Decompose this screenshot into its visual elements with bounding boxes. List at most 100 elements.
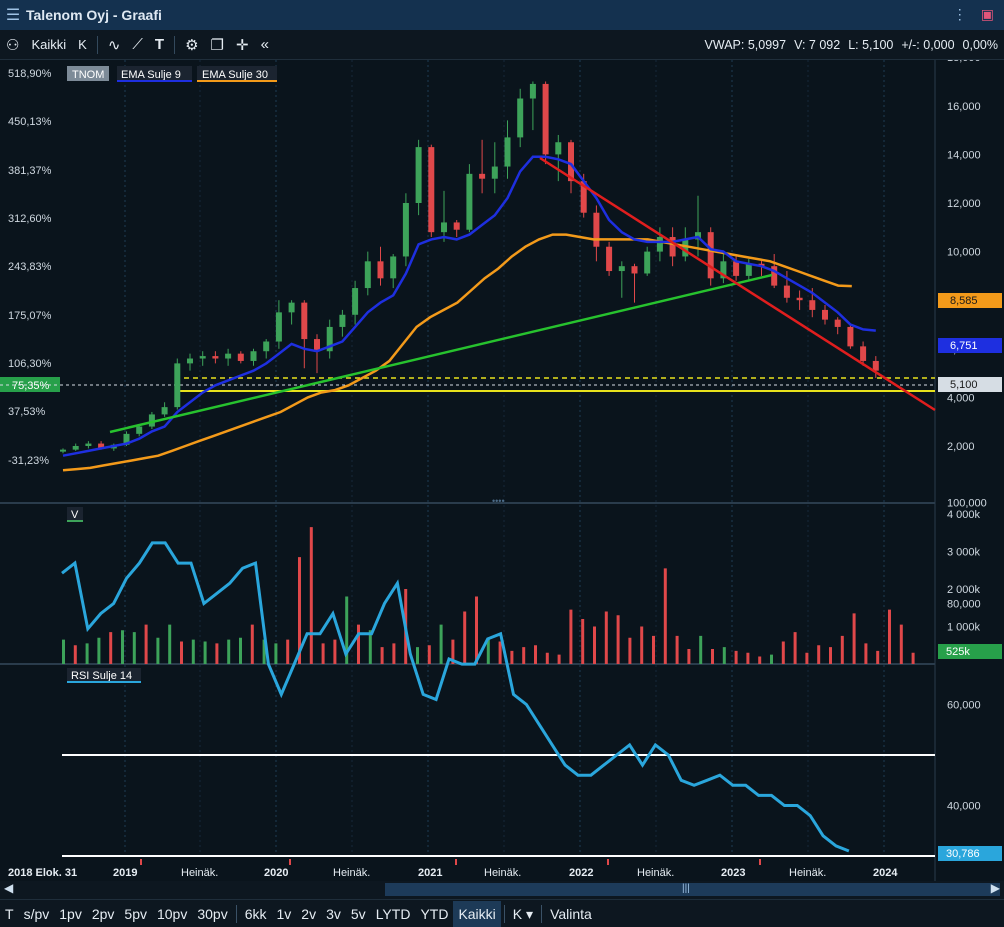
volume-last-tag: 525k <box>946 646 970 658</box>
ema9-value-tag: 6,751 <box>950 340 978 352</box>
percent-tick: -31,23% <box>8 455 49 467</box>
volume-bar <box>321 643 325 664</box>
volume-bar <box>85 643 89 664</box>
ema9-tag[interactable]: EMA Sulje 9 <box>121 69 181 81</box>
volume-bar <box>309 527 313 664</box>
last-price-tag: 5,100 <box>950 379 978 391</box>
time-tick: 2023 <box>721 867 745 879</box>
candle-body <box>364 261 371 289</box>
period-button-30pv[interactable]: 30pv <box>192 901 232 927</box>
volume-bar <box>805 652 809 664</box>
volume-bar <box>203 641 207 664</box>
volume-bar <box>73 645 77 664</box>
scrollbar-thumb[interactable] <box>385 883 1000 896</box>
bar-divider <box>235 904 237 923</box>
ema30-tag[interactable]: EMA Sulje 30 <box>202 69 268 81</box>
candle-body <box>441 222 447 233</box>
volume-tag[interactable]: V <box>71 509 79 521</box>
indicator-icon[interactable]: ∿ <box>102 36 127 54</box>
period-button-kaikki[interactable]: Kaikki <box>453 900 501 927</box>
period-button-2v[interactable]: 2v <box>296 901 321 927</box>
more-options-icon[interactable]: ⋮ <box>953 6 967 23</box>
period-button-10pv[interactable]: 10pv <box>152 901 192 927</box>
candle-body <box>542 83 549 155</box>
rsi-tick: 100,000 <box>947 498 987 510</box>
volume-bar <box>829 647 832 664</box>
collapse-toolbar-button[interactable]: « <box>255 36 275 53</box>
candle-interval-button[interactable]: K <box>72 37 93 52</box>
price-tick: 2,000 <box>947 441 975 453</box>
candle-body <box>834 319 841 327</box>
scroll-left-icon[interactable]: ◀ <box>4 881 13 895</box>
candle-body <box>402 203 409 257</box>
pane-resize-grip[interactable]: •••• <box>492 496 505 506</box>
period-button-2pv[interactable]: 2pv <box>87 901 120 927</box>
volume-bar <box>215 643 219 664</box>
layout-icon[interactable]: ❐ <box>205 36 230 54</box>
settings-gear-icon[interactable]: ⚙ <box>179 36 204 54</box>
candle-body <box>796 297 803 301</box>
candle-body <box>707 232 714 279</box>
change-pct-value: 0,00% <box>962 38 998 52</box>
period-button-1v[interactable]: 1v <box>272 901 297 927</box>
window-title: Talenom Oyj - Graafi <box>26 7 162 23</box>
candle-body <box>161 407 168 415</box>
trendline-icon[interactable]: ⟋ <box>126 36 149 53</box>
percent-tick: 381,37% <box>8 165 52 177</box>
period-button-valinta[interactable]: Valinta <box>545 901 597 927</box>
event-marker[interactable] <box>607 859 609 865</box>
period-button-t[interactable]: T <box>0 901 19 927</box>
rsi-tick: 60,000 <box>947 700 981 712</box>
volume-bar <box>534 645 537 664</box>
period-button-lytd[interactable]: LYTD <box>371 901 416 927</box>
volume-bar <box>711 649 714 664</box>
percent-tick: 312,60% <box>8 213 52 225</box>
chart-canvas[interactable]: •••• 518,90% 450,13% 381,37% 312,60% 243,83%… <box>0 60 1004 881</box>
chart-background <box>0 60 1004 881</box>
candle-body <box>466 173 473 230</box>
volume-bar <box>475 596 478 664</box>
candle-body <box>237 353 244 361</box>
candle-body <box>60 449 66 452</box>
event-marker[interactable] <box>455 859 457 865</box>
volume-bar <box>191 639 195 664</box>
crosshair-icon[interactable]: ✛ <box>230 36 255 54</box>
period-button-spv[interactable]: s/pv <box>19 901 55 927</box>
period-button-5pv[interactable]: 5pv <box>119 901 152 927</box>
volume-bar <box>817 645 821 664</box>
period-button-1pv[interactable]: 1pv <box>54 901 87 927</box>
bar-divider <box>503 904 505 923</box>
volume-bar <box>687 649 691 664</box>
volume-bar <box>239 637 242 664</box>
period-button-5v[interactable]: 5v <box>346 901 371 927</box>
period-button-6kk[interactable]: 6kk <box>240 901 272 927</box>
price-tick: 4,000 <box>947 392 975 404</box>
percent-tick: 518,90% <box>8 68 52 80</box>
candle-body <box>212 356 219 359</box>
event-marker[interactable] <box>759 859 761 865</box>
horizontal-scrollbar[interactable]: ◀ ||| ▶ <box>0 881 1004 898</box>
rsi-tag[interactable]: RSI Sulje 14 <box>71 670 132 682</box>
event-marker[interactable] <box>289 859 291 865</box>
candle-body <box>822 309 828 320</box>
period-button-3v[interactable]: 3v <box>321 901 346 927</box>
text-tool-button[interactable]: T <box>149 36 170 53</box>
chart-type-icon[interactable]: ⚇ <box>0 36 25 54</box>
volume-bar <box>593 626 596 664</box>
candle-body <box>415 147 422 203</box>
volume-tick: 4 000k <box>947 509 981 521</box>
event-marker[interactable] <box>140 859 142 865</box>
price-tick: 14,000 <box>947 149 981 161</box>
app-logo-icon: ▣ <box>980 6 994 22</box>
period-all-button[interactable]: Kaikki <box>25 37 72 52</box>
scroll-right-icon[interactable]: ▶ <box>991 881 1000 895</box>
candle-body <box>529 83 536 99</box>
ticker-tag[interactable]: TNOM <box>72 69 104 81</box>
period-button-ytd[interactable]: YTD <box>415 901 453 927</box>
candle-body <box>352 288 359 315</box>
period-button-k[interactable]: K ▾ <box>508 901 538 927</box>
volume-bar <box>368 630 372 664</box>
candle-body <box>783 285 790 298</box>
hamburger-menu-icon[interactable]: ☰ <box>0 5 26 25</box>
volume-bar <box>911 652 915 664</box>
